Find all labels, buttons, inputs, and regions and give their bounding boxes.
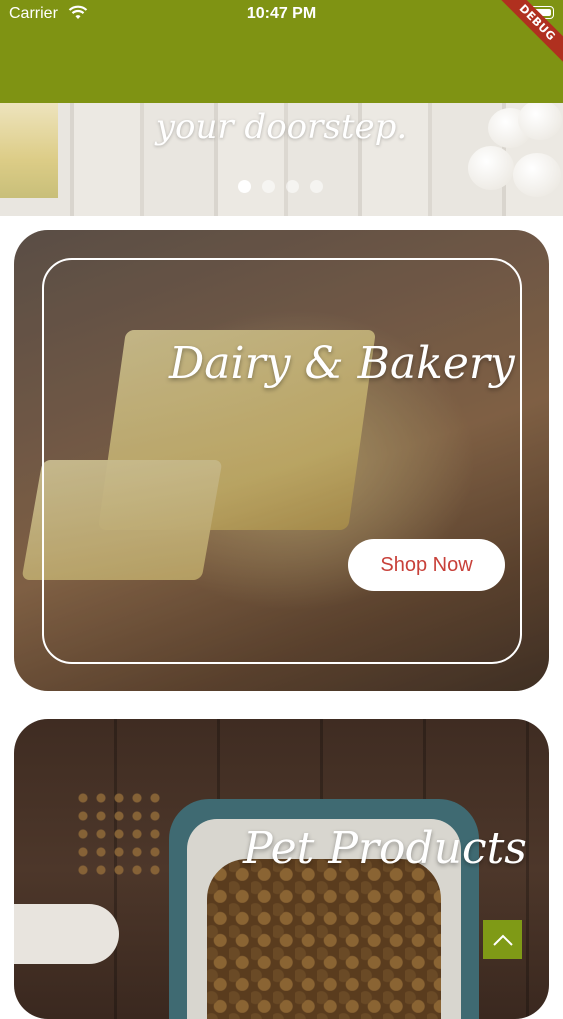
app-bar: Carrier 10:47 PM DEBUG — [0, 0, 563, 103]
carousel-indicator[interactable] — [238, 180, 323, 194]
carousel-dot-3[interactable] — [286, 180, 299, 193]
carousel-dot-2[interactable] — [262, 180, 275, 193]
category-card-pet-products[interactable]: Pet Products — [14, 719, 549, 1019]
status-time: 10:47 PM — [246, 5, 317, 22]
scroll-to-top-button[interactable] — [483, 920, 522, 959]
kibble-bits-image — [74, 789, 164, 879]
carousel-dot-1[interactable] — [238, 180, 251, 193]
card-frame — [42, 258, 522, 664]
carousel-dot-4[interactable] — [310, 180, 323, 193]
chevron-up-icon — [492, 934, 513, 946]
category-title: Dairy & Bakery — [169, 338, 515, 389]
promo-carousel[interactable]: your doorstep. — [0, 103, 563, 216]
dog-paw-image — [14, 904, 119, 964]
shop-now-button[interactable]: Shop Now — [348, 539, 505, 591]
carousel-tagline: your doorstep. — [155, 107, 408, 147]
status-bar: Carrier 10:47 PM — [0, 0, 563, 30]
category-title: Pet Products — [243, 823, 527, 874]
category-card-dairy-bakery[interactable]: Dairy & Bakery Shop Now — [14, 230, 549, 691]
